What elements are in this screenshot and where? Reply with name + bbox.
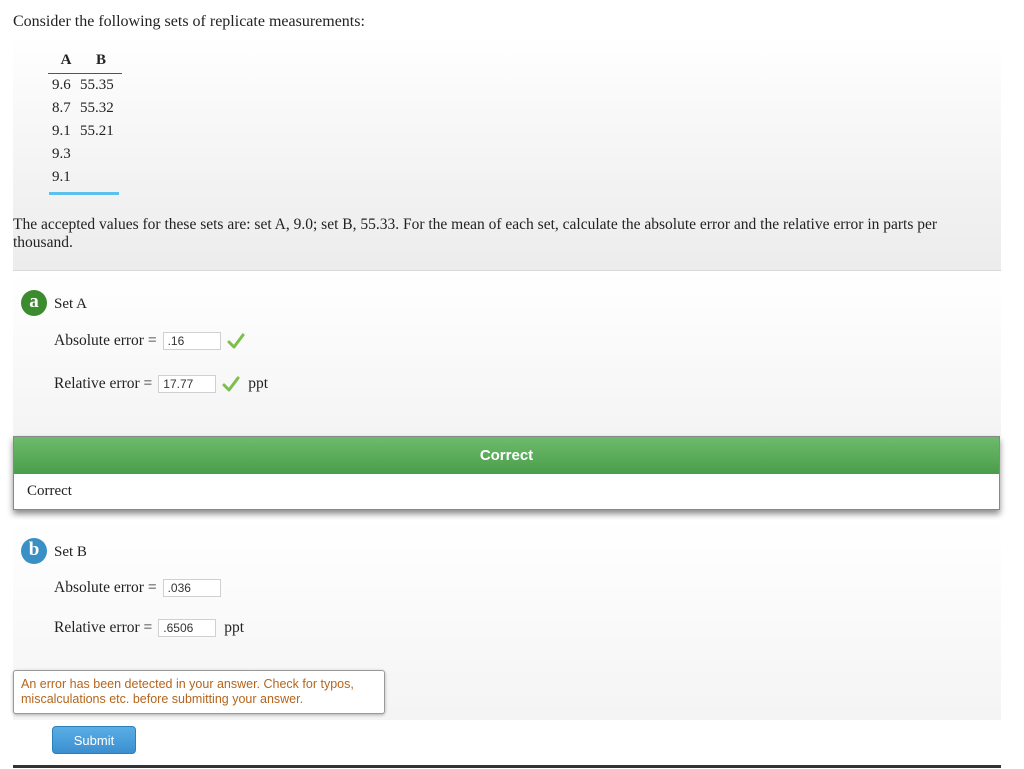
table-row: 9.6 55.35 <box>48 74 122 98</box>
part-a-relative-input[interactable] <box>158 375 217 393</box>
table-row: 9.1 <box>48 166 122 189</box>
table-row: 8.7 55.32 <box>48 97 122 120</box>
table-cell: 9.3 <box>52 146 71 162</box>
error-message: An error has been detected in your answe… <box>13 670 385 714</box>
table-row: 9.1 55.21 <box>48 120 122 143</box>
table-cell: 9.1 <box>52 169 71 185</box>
table-cell <box>80 143 122 166</box>
absolute-error-label: Absolute error = <box>54 579 157 596</box>
check-icon <box>227 333 245 349</box>
table-cell: 55.32 <box>80 100 114 116</box>
table-cell: 9.1 <box>52 123 71 139</box>
column-header-a: A <box>48 52 80 74</box>
table-cell: 55.35 <box>80 77 114 93</box>
data-panel: A B 9.6 55.35 8.7 55.32 9.1 55.21 9.3 9.… <box>13 36 1001 271</box>
part-a-absolute-row: Absolute error = <box>54 332 245 350</box>
part-b-title: Set B <box>54 544 87 560</box>
part-b-absolute-row: Absolute error = <box>54 579 221 597</box>
part-a-panel: a Set A Absolute error = Relative error … <box>13 272 1001 436</box>
part-a-badge: a <box>21 290 47 316</box>
correct-header: Correct <box>14 437 999 474</box>
part-b-relative-row: Relative error = ppt <box>54 619 244 637</box>
ppt-unit: ppt <box>224 619 245 636</box>
part-b-absolute-input[interactable] <box>162 579 221 597</box>
part-a-relative-row: Relative error = ppt <box>54 375 268 393</box>
table-header-row: A B <box>48 52 122 74</box>
absolute-error-label: Absolute error = <box>54 332 157 349</box>
correct-body: Correct <box>27 483 72 499</box>
question-intro: Consider the following sets of replicate… <box>13 13 365 30</box>
table-underline <box>49 192 119 195</box>
table-cell: 55.21 <box>80 123 114 139</box>
check-icon <box>222 376 240 392</box>
correct-feedback: Correct Correct <box>13 436 1000 510</box>
relative-error-label: Relative error = <box>54 375 153 392</box>
table-cell: 9.6 <box>52 77 71 93</box>
part-a-absolute-input[interactable] <box>162 332 221 350</box>
bottom-divider <box>13 765 1001 768</box>
question-prompt: The accepted values for these sets are: … <box>13 216 938 251</box>
part-b-relative-input[interactable] <box>158 619 217 637</box>
part-a-title: Set A <box>54 296 87 312</box>
table-cell <box>80 166 122 189</box>
table-row: 9.3 <box>48 143 122 166</box>
ppt-unit: ppt <box>248 375 269 392</box>
relative-error-label: Relative error = <box>54 619 153 636</box>
column-header-b: B <box>80 52 122 74</box>
measurements-table: A B 9.6 55.35 8.7 55.32 9.1 55.21 9.3 9.… <box>48 52 122 189</box>
table-cell: 8.7 <box>52 100 71 116</box>
submit-button[interactable]: Submit <box>52 726 136 754</box>
part-b-badge: b <box>21 538 47 564</box>
